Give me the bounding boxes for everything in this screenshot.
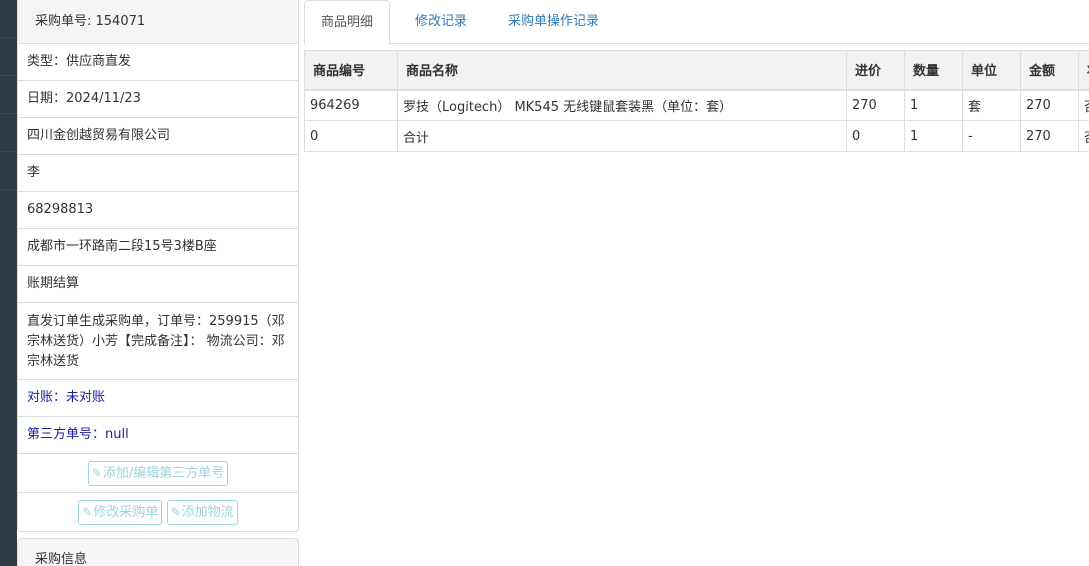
cell-name: 罗技（Logitech） MK545 无线键鼠套装黑（单位：套）: [397, 89, 847, 121]
col-header-qty: 数量: [904, 50, 963, 91]
cell-price: 0: [846, 120, 905, 152]
col-header-unit: 单位: [962, 50, 1021, 91]
reconcile-status: 对账：未对账: [18, 380, 298, 417]
cell-qty: 1: [904, 89, 963, 121]
cell-code: 964269: [304, 89, 398, 121]
sidebar-strip: [0, 0, 17, 566]
cell-name: 合计: [397, 120, 847, 152]
cell-unit: 套: [962, 89, 1021, 121]
order-actions: ✎修改采购单 ✎添加物流: [18, 493, 298, 532]
supplier-address: 成都市一环路南二段15号3楼B座: [18, 229, 298, 266]
payment-method: 账期结算: [18, 266, 298, 303]
cell-amount: 270: [1020, 120, 1079, 152]
col-header-price: 进价: [846, 50, 905, 91]
cell-status: 否: [1078, 120, 1089, 152]
tab-product-details[interactable]: 商品明细: [304, 0, 391, 45]
contact-phone: 68298813: [18, 192, 298, 229]
col-header-code: 商品编号: [304, 50, 398, 91]
purchase-info-panel: 采购信息: [17, 538, 299, 566]
col-header-status: 状: [1078, 50, 1089, 91]
cell-status: 否: [1078, 89, 1089, 121]
product-table-wrapper: 商品编号 商品名称 进价 数量 单位 金额 状 964269 罗技（Logite…: [304, 50, 1089, 152]
cell-amount: 270: [1020, 89, 1079, 121]
cell-unit: -: [962, 120, 1021, 152]
modify-order-button[interactable]: ✎修改采购单: [78, 500, 163, 525]
tab-operation-records[interactable]: 采购单操作记录: [492, 0, 615, 44]
cell-code: 0: [304, 120, 398, 152]
edit-icon: ✎: [170, 505, 181, 519]
edit-icon: ✎: [82, 505, 93, 519]
order-date: 日期：2024/11/23: [18, 81, 298, 118]
cell-price: 270: [846, 89, 905, 121]
tab-modify-records[interactable]: 修改记录: [399, 0, 483, 44]
table-row: 964269 罗技（Logitech） MK545 无线键鼠套装黑（单位：套） …: [304, 89, 1089, 121]
cell-qty: 1: [904, 120, 963, 152]
purchase-info-heading: 采购信息: [35, 552, 88, 566]
add-edit-third-party-label: 添加/编辑第三方单号: [102, 466, 225, 481]
third-party-actions: ✎添加/编辑第三方单号: [18, 454, 298, 493]
product-table: 商品编号 商品名称 进价 数量 单位 金额 状 964269 罗技（Logite…: [304, 50, 1089, 152]
order-info-panel: 采购单号: 154071 类型：供应商直发 日期：2024/11/23 四川金创…: [17, 0, 299, 532]
col-header-name: 商品名称: [397, 50, 847, 91]
edit-icon: ✎: [91, 466, 102, 480]
table-row-total: 0 合计 0 1 - 270 否: [304, 120, 1089, 152]
add-edit-third-party-button[interactable]: ✎添加/编辑第三方单号: [87, 461, 229, 486]
order-number-heading: 采购单号: 154071: [18, 0, 298, 44]
supplier-company: 四川金创越贸易有限公司: [18, 118, 298, 155]
modify-order-label: 修改采购单: [93, 505, 159, 520]
add-logistics-label: 添加物流: [181, 505, 234, 520]
contact-name: 李: [18, 155, 298, 192]
order-remark: 直发订单生成采购单，订单号：259915（邓宗林送货）小芳【完成备注】： 物流公…: [18, 303, 298, 380]
order-type: 类型：供应商直发: [18, 44, 298, 81]
detail-tabs: 商品明细 修改记录 采购单操作记录: [304, 0, 1089, 45]
third-party-number: 第三方单号：null: [18, 417, 298, 454]
table-header-row: 商品编号 商品名称 进价 数量 单位 金额 状: [304, 50, 1089, 91]
add-logistics-button[interactable]: ✎添加物流: [166, 500, 238, 525]
col-header-amount: 金额: [1020, 50, 1079, 91]
